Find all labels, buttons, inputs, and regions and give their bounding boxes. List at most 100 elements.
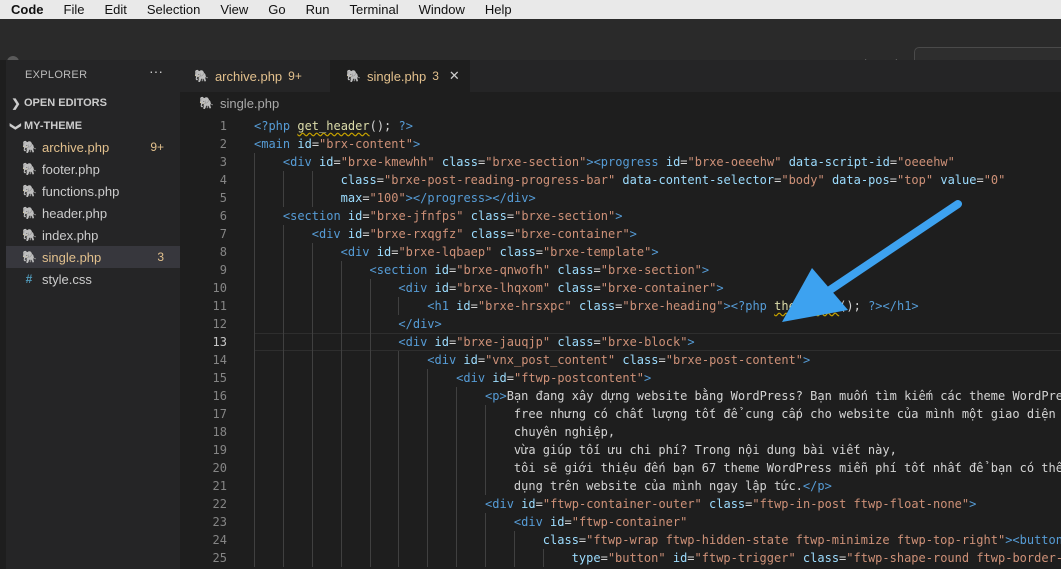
code-token: =: [362, 209, 370, 223]
code-token: "brxe-kmewhh": [340, 155, 435, 169]
code-line[interactable]: 20 tôi sẽ giới thiệu đến bạn 67 theme Wor…: [180, 459, 1061, 477]
menu-help[interactable]: Help: [475, 2, 522, 17]
code-line[interactable]: 22 <div id="ftwp-container-outer" class="…: [180, 495, 1061, 513]
file-item[interactable]: 🐘 footer.php: [6, 158, 180, 180]
code-token: id: [550, 515, 565, 529]
code-line[interactable]: 19 vừa giúp tối ưu chi phí? Trong nội dun…: [180, 441, 1061, 459]
chevron-down-icon: ❯: [9, 121, 22, 131]
menu-run[interactable]: Run: [296, 2, 340, 17]
menu-edit[interactable]: Edit: [94, 2, 136, 17]
code-line[interactable]: 25 type="button" id="ftwp-trigger" class=…: [180, 549, 1061, 567]
code-token: class: [542, 533, 579, 547]
code-line[interactable]: 21 dụng trên website của mình ngay lập tứ…: [180, 477, 1061, 495]
code-line[interactable]: 13 <div id="brxe-jauqjp" class="brxe-bloc…: [180, 333, 1061, 351]
code-token: "ftwp-shape-round ftwp-border-: [846, 551, 1061, 565]
code-token: =: [593, 263, 601, 277]
menu-selection[interactable]: Selection: [137, 2, 210, 17]
code-token: ();: [369, 119, 399, 133]
code-token: class: [441, 155, 478, 169]
line-number: 7: [219, 227, 227, 241]
code-token: >: [644, 371, 652, 385]
more-actions-icon[interactable]: ···: [149, 63, 163, 79]
code-line[interactable]: 3 <div id="brxe-kmewhh" class="brxe-secti…: [180, 153, 1061, 171]
code-token: >: [716, 281, 724, 295]
code-token: data-pos: [831, 173, 890, 187]
code-token: =: [470, 299, 478, 313]
code-token: <section: [369, 263, 435, 277]
code-token: =: [687, 551, 695, 565]
tab-single-php[interactable]: 🐘 single.php 3 ✕: [330, 60, 470, 92]
file-item[interactable]: 🐘 index.php: [6, 224, 180, 246]
code-editor[interactable]: 1 <?php get_header(); ?> 2 <main id="brx-co…: [180, 114, 1061, 569]
code-token: free nhưng có chất lượng tốt để cung cấp…: [513, 407, 1056, 421]
file-item[interactable]: # style.css: [6, 268, 180, 290]
code-text: max="100"></progress></div>: [341, 189, 536, 207]
code-token: id: [347, 227, 363, 241]
file-name: single.php: [42, 249, 102, 265]
code-token: id: [492, 371, 507, 385]
code-line[interactable]: 4 class="brxe-post-reading-progress-bar" …: [180, 171, 1061, 189]
code-line[interactable]: 2 <main id="brx-content">: [180, 135, 1061, 153]
code-token: =: [506, 371, 514, 385]
menu-go[interactable]: Go: [258, 2, 295, 17]
file-item[interactable]: 🐘 header.php: [6, 202, 180, 224]
line-number: 17: [212, 407, 227, 421]
code-line[interactable]: 15 <div id="ftwp-postcontent">: [180, 369, 1061, 387]
code-token: >: [651, 245, 659, 259]
code-text: <div id="brxe-kmewhh" class="brxe-sectio…: [283, 153, 955, 171]
code-token: "brxe-oeeehw": [687, 155, 782, 169]
code-token: "ftwp-postcontent": [513, 371, 645, 385]
code-line[interactable]: 23 <div id="ftwp-container": [180, 513, 1061, 531]
code-token: "brxe-container": [514, 227, 630, 241]
code-token: id: [434, 281, 449, 295]
breadcrumb[interactable]: 🐘 single.php: [180, 92, 1061, 114]
code-token: <p>: [485, 389, 507, 403]
code-token: =: [680, 155, 688, 169]
code-line[interactable]: 17 free nhưng có chất lượng tốt để cung c…: [180, 405, 1061, 423]
code-token: "button": [607, 551, 666, 565]
code-text: <p>Bạn đang xây dựng website bằng WordPr…: [485, 387, 1061, 405]
open-editors-section[interactable]: ❯ OPEN EDITORS: [6, 93, 180, 113]
code-token: </p>: [802, 479, 832, 493]
menu-terminal[interactable]: Terminal: [340, 2, 409, 17]
line-number: 23: [212, 515, 227, 529]
file-item[interactable]: 🐘 archive.php 9+: [6, 136, 180, 158]
code-token: class: [579, 299, 616, 313]
file-item[interactable]: 🐘 functions.php: [6, 180, 180, 202]
code-token: <div: [513, 515, 551, 529]
menu-window[interactable]: Window: [409, 2, 475, 17]
breadcrumb-file[interactable]: single.php: [220, 96, 279, 111]
folder-section[interactable]: ❯ MY-THEME: [6, 116, 180, 136]
tab-archive-php[interactable]: 🐘 archive.php 9+: [180, 60, 330, 92]
code-token: =: [535, 245, 543, 259]
code-token: >: [629, 227, 637, 241]
chevron-right-icon: ❯: [11, 97, 21, 110]
tab-label: single.php: [366, 68, 427, 84]
file-name: functions.php: [42, 183, 120, 199]
code-token: data-script-id: [788, 155, 890, 169]
code-line[interactable]: 16 <p>Bạn đang xây dựng website bằng Word…: [180, 387, 1061, 405]
menu-view[interactable]: View: [210, 2, 258, 17]
close-icon[interactable]: ✕: [449, 68, 460, 84]
code-token: <div: [340, 245, 377, 259]
code-token: "brxe-lhqxom": [456, 281, 551, 295]
code-line[interactable]: 1 <?php get_header(); ?>: [180, 117, 1061, 135]
code-line[interactable]: 24 class="ftwp-wrap ftwp-hidden-state ftw…: [180, 531, 1061, 549]
code-token: "brxe-heading": [622, 299, 724, 313]
tab-problem-count: 3: [432, 69, 439, 83]
code-token: >: [969, 497, 977, 511]
code-line[interactable]: 14 <div id="vnx_post_content" class="brxe…: [180, 351, 1061, 369]
app-menu[interactable]: Code: [0, 2, 54, 17]
menu-file[interactable]: File: [54, 2, 95, 17]
code-line[interactable]: 18 chuyên nghiệp,: [180, 423, 1061, 441]
code-token: "brxe-post-reading-progress-bar": [383, 173, 616, 187]
code-token: =: [535, 497, 543, 511]
folder-label: MY-THEME: [24, 120, 83, 132]
code-token: id: [463, 353, 478, 367]
php-elephant-icon: 🐘: [22, 184, 37, 198]
code-text: type="button" id="ftwp-trigger" class="f…: [572, 549, 1061, 567]
code-token: <div: [456, 371, 493, 385]
code-token: "ftwp-in-post ftwp-float-none": [752, 497, 970, 511]
file-item[interactable]: 🐘 single.php 3: [6, 246, 180, 268]
